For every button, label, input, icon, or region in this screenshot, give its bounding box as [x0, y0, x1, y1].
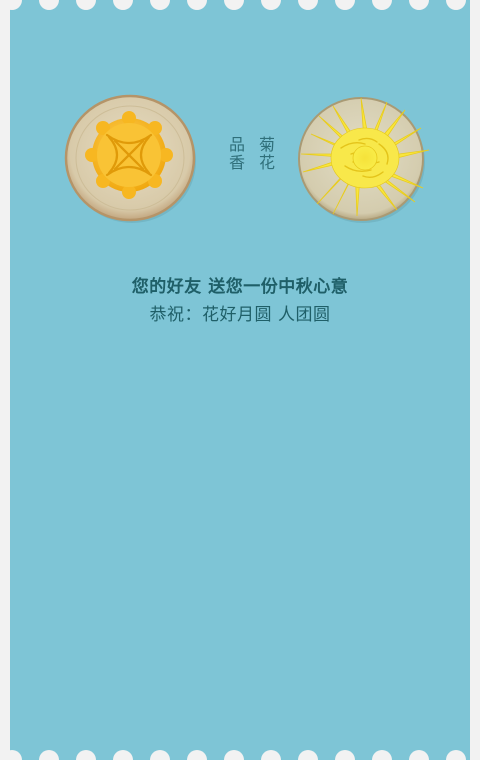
vertical-text-taste: 品香 — [226, 136, 245, 172]
mooncake-plate-image — [64, 94, 196, 223]
greeting-blessing: 恭祝：花好月圆 人团圆 — [149, 305, 331, 325]
scalloped-bottom-edge — [2, 750, 466, 760]
scalloped-top-edge — [2, 0, 466, 10]
mooncake-icon — [85, 111, 173, 199]
greeting-headline: 您的好友 送您一份中秋心意 — [131, 277, 349, 297]
chrysanthemum-plate-image — [298, 97, 430, 223]
right-border — [470, 0, 480, 760]
left-border — [0, 0, 10, 760]
greeting-card: 菊花 品香 您的好友 送您一份中秋心意 恭祝：花好月圆 人团圆 — [0, 0, 480, 760]
vertical-text-chrysanthemum: 菊花 — [256, 136, 275, 172]
